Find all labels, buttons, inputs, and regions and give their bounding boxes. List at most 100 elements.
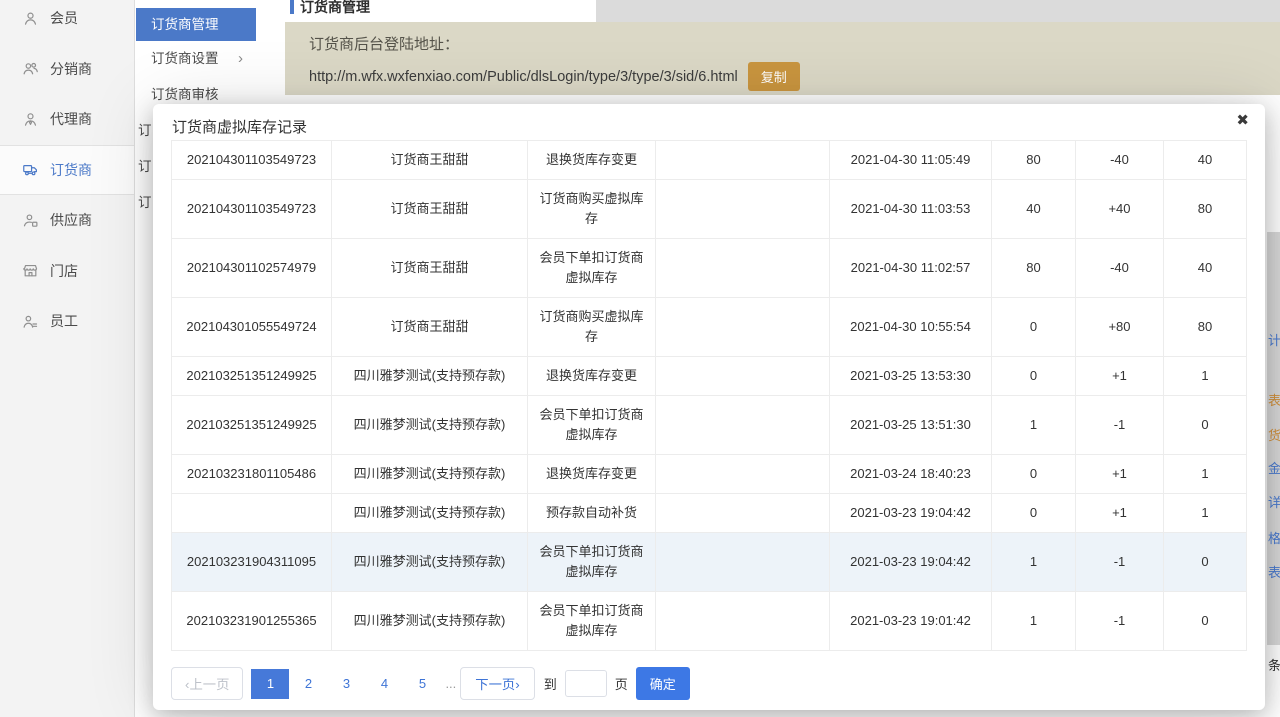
page-number-5[interactable]: 5	[403, 669, 441, 699]
cell-stock-before: 0	[992, 455, 1076, 494]
background-link-sliver: 表	[1268, 562, 1280, 581]
sidebar-item-label: 门店	[50, 261, 78, 281]
login-address-label: 订货商后台登陆地址：	[309, 33, 459, 54]
sidebar-item-label: 分销商	[50, 59, 92, 79]
submenu-item-label: 订货商审核	[151, 87, 219, 102]
cell-name: 四川雅梦测试(支持预存款)	[332, 396, 528, 455]
cell-stock-after: 1	[1164, 494, 1247, 533]
table-row: 202104301102574979订货商王甜甜会员下单扣订货商虚拟库存2021…	[172, 239, 1247, 298]
virtual-stock-records-modal: 订货商虚拟库存记录 ✖ 202104301103549723订货商王甜甜退换货库…	[153, 104, 1265, 710]
cell-change-type: 会员下单扣订货商虚拟库存	[528, 533, 656, 592]
submenu-item-label: 订	[138, 195, 152, 210]
cell-time: 2021-03-25 13:53:30	[830, 357, 992, 396]
page-number-4[interactable]: 4	[365, 669, 403, 699]
background-link-sliver: 计	[1268, 330, 1280, 349]
cell-time: 2021-03-25 13:51:30	[830, 396, 992, 455]
pagination-ellipsis: ...	[445, 669, 456, 699]
cell-stock-before: 1	[992, 592, 1076, 651]
cell-stock-change: -40	[1076, 239, 1164, 298]
table-row: 202103251351249925四川雅梦测试(支持预存款)会员下单扣订货商虚…	[172, 396, 1247, 455]
cell-stock-after: 40	[1164, 239, 1247, 298]
background-link-sliver: 详	[1268, 492, 1280, 511]
cell-change-type: 退换货库存变更	[528, 141, 656, 180]
background-action-links-sliver: 计表货金详格表	[1267, 232, 1280, 645]
cell-change-type: 退换货库存变更	[528, 357, 656, 396]
cell-stock-change: -1	[1076, 533, 1164, 592]
cell-stock-change: +1	[1076, 494, 1164, 533]
cell-order-no: 202104301103549723	[172, 180, 332, 239]
cell-stock-before: 40	[992, 180, 1076, 239]
table-row: 202104301103549723订货商王甜甜订货商购买虚拟库存2021-04…	[172, 180, 1247, 239]
cell-change-type: 订货商购买虚拟库存	[528, 180, 656, 239]
records-table: 202104301103549723订货商王甜甜退换货库存变更2021-04-3…	[171, 140, 1247, 651]
sidebar-item-label: 员工	[50, 311, 78, 331]
prev-page-button[interactable]: ‹上一页	[171, 667, 243, 700]
table-row: 202103231801105486四川雅梦测试(支持预存款)退换货库存变更 20…	[172, 455, 1247, 494]
cell-empty	[656, 180, 830, 239]
background-link-sliver: 金	[1268, 458, 1280, 477]
copy-button[interactable]: 复制	[748, 62, 800, 91]
cell-change-type: 退换货库存变更	[528, 455, 656, 494]
cell-stock-after: 0	[1164, 396, 1247, 455]
modal-title: 订货商虚拟库存记录	[172, 116, 307, 137]
table-row: 202103231901255365四川雅梦测试(支持预存款)会员下单扣订货商虚…	[172, 592, 1247, 651]
sidebar-item-label: 会员	[50, 8, 78, 28]
cell-order-no	[172, 494, 332, 533]
submenu-item[interactable]: 订货商管理	[136, 8, 256, 41]
cell-order-no: 202103231904311095	[172, 533, 332, 592]
sidebar-item-orderer[interactable]: 订货商	[0, 145, 134, 196]
sidebar-item-store[interactable]: 门店	[0, 246, 134, 297]
close-icon[interactable]: ✖	[1236, 113, 1249, 128]
page-unit-label: 页	[615, 674, 628, 693]
member-icon	[22, 10, 39, 27]
cell-time: 2021-03-23 19:04:42	[830, 494, 992, 533]
app-window: 会员分销商代理商订货商供应商门店员工 订货商管理订货商设置›订货商审核订订订 订…	[0, 0, 1280, 717]
agent-icon	[22, 111, 39, 128]
cell-stock-change: +1	[1076, 455, 1164, 494]
goto-page-input[interactable]	[565, 670, 607, 697]
cell-stock-after: 40	[1164, 141, 1247, 180]
cell-time: 2021-03-23 19:01:42	[830, 592, 992, 651]
sidebar-item-label: 代理商	[50, 109, 92, 129]
cell-name: 四川雅梦测试(支持预存款)	[332, 494, 528, 533]
sidebar-item-supplier[interactable]: 供应商	[0, 195, 134, 246]
cell-time: 2021-04-30 10:55:54	[830, 298, 992, 357]
cell-change-type: 会员下单扣订货商虚拟库存	[528, 396, 656, 455]
cell-stock-after: 0	[1164, 533, 1247, 592]
cell-name: 四川雅梦测试(支持预存款)	[332, 592, 528, 651]
next-page-button[interactable]: 下一页›	[460, 667, 534, 700]
cell-name: 订货商王甜甜	[332, 239, 528, 298]
cell-time: 2021-03-24 18:40:23	[830, 455, 992, 494]
submenu-item[interactable]: 订货商设置›	[136, 41, 256, 77]
cell-stock-after: 1	[1164, 357, 1247, 396]
cell-order-no: 202104301103549723	[172, 141, 332, 180]
cell-stock-after: 1	[1164, 455, 1247, 494]
cell-stock-before: 0	[992, 298, 1076, 357]
page-number-3[interactable]: 3	[327, 669, 365, 699]
cell-empty	[656, 494, 830, 533]
cell-empty	[656, 357, 830, 396]
pagination: ‹上一页 12345 ... 下一页› 到 页 确定	[171, 667, 1247, 700]
page-number-1[interactable]: 1	[251, 669, 289, 699]
cell-name: 四川雅梦测试(支持预存款)	[332, 455, 528, 494]
sidebar-item-distributor[interactable]: 分销商	[0, 44, 134, 95]
cell-stock-after: 0	[1164, 592, 1247, 651]
cell-name: 四川雅梦测试(支持预存款)	[332, 357, 528, 396]
cell-order-no: 202103231801105486	[172, 455, 332, 494]
cell-stock-before: 0	[992, 357, 1076, 396]
title-accent-bar	[290, 0, 294, 14]
sidebar-item-agent[interactable]: 代理商	[0, 94, 134, 145]
cell-stock-before: 80	[992, 239, 1076, 298]
primary-sidebar-list: 会员分销商代理商订货商供应商门店员工	[0, 0, 134, 347]
background-link-sliver: 表	[1268, 390, 1280, 409]
sidebar-item-staff[interactable]: 员工	[0, 296, 134, 347]
confirm-button[interactable]: 确定	[636, 667, 690, 700]
table-row: 四川雅梦测试(支持预存款)预存款自动补货2021-03-23 19:04:420…	[172, 494, 1247, 533]
page-title-text: 订货商管理	[300, 0, 370, 17]
submenu-item-label: 订货商管理	[151, 17, 219, 32]
cell-stock-change: +40	[1076, 180, 1164, 239]
cell-time: 2021-03-23 19:04:42	[830, 533, 992, 592]
page-number-2[interactable]: 2	[289, 669, 327, 699]
sidebar-item-member[interactable]: 会员	[0, 0, 134, 44]
chevron-right-icon: ›	[238, 41, 243, 77]
